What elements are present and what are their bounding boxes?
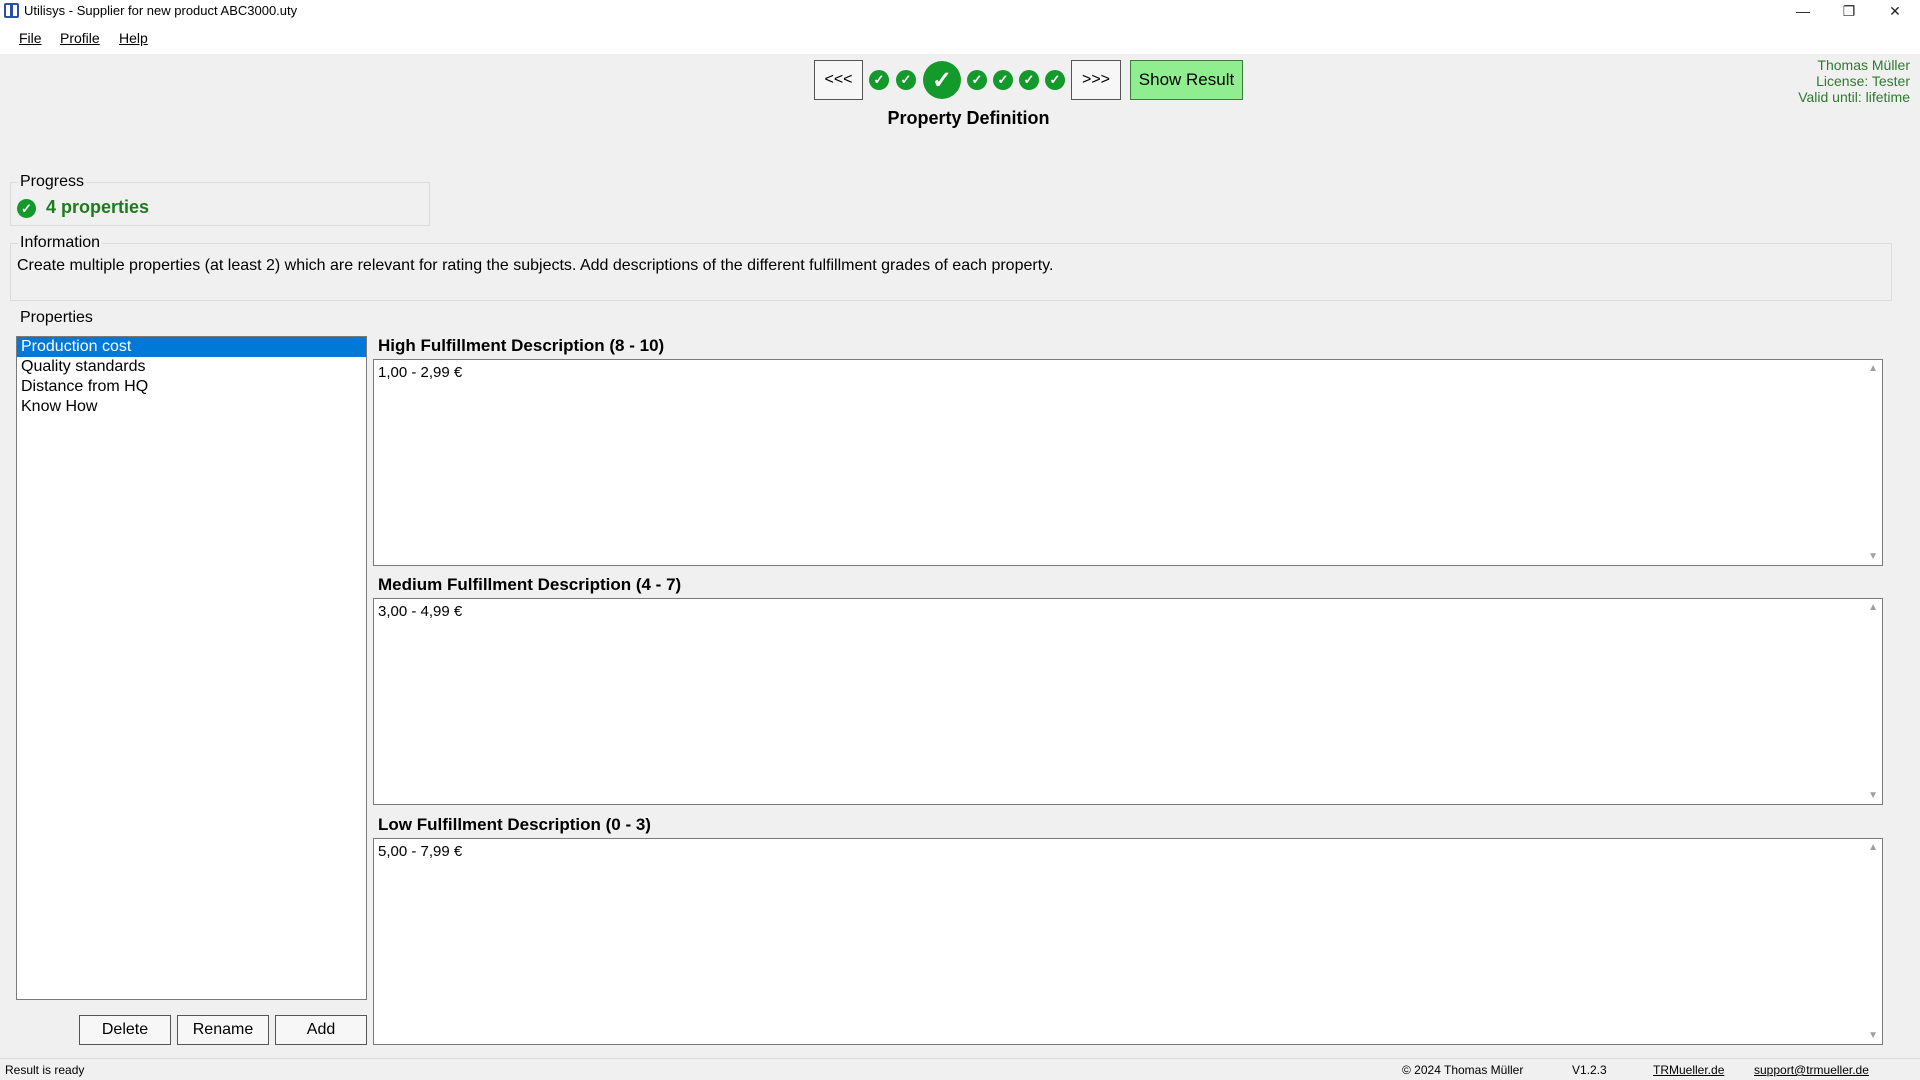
status-bar: Result is ready © 2024 Thomas Müller V1.… bbox=[0, 1058, 1920, 1080]
medium-fulfillment-label: Medium Fulfillment Description (4 - 7) bbox=[378, 575, 682, 594]
website-link[interactable]: TRMueller.de bbox=[1653, 1063, 1724, 1077]
menu-help-label: Help bbox=[119, 30, 148, 46]
step-7-check-icon[interactable]: ✓ bbox=[1045, 70, 1065, 90]
license-text: License: Tester bbox=[1816, 73, 1910, 89]
menu-profile-label: Profile bbox=[60, 30, 100, 46]
properties-list[interactable]: Production cost Quality standards Distan… bbox=[16, 336, 367, 1000]
list-item[interactable]: Production cost bbox=[17, 337, 366, 357]
valid-until-text: Valid until: lifetime bbox=[1798, 89, 1910, 105]
information-text: Create multiple properties (at least 2) … bbox=[17, 257, 1054, 274]
copyright-text: © 2024 Thomas Müller bbox=[1402, 1063, 1524, 1077]
page-title: Property Definition bbox=[887, 108, 1050, 128]
low-fulfillment-label: Low Fulfillment Description (0 - 3) bbox=[378, 815, 651, 834]
menu-help[interactable]: Help bbox=[119, 30, 148, 46]
minimize-button[interactable]: — bbox=[1780, 0, 1826, 22]
scroll-down-icon[interactable]: ▼ bbox=[1868, 1030, 1878, 1041]
menu-file[interactable]: File bbox=[19, 30, 42, 46]
version-text: V1.2.3 bbox=[1572, 1063, 1607, 1077]
close-button[interactable]: ✕ bbox=[1872, 0, 1918, 22]
show-result-button[interactable]: Show Result bbox=[1130, 60, 1243, 100]
progress-group-label: Progress bbox=[18, 173, 87, 191]
high-fulfillment-textarea[interactable]: 1,00 - 2,99 € ▲ ▼ bbox=[373, 359, 1883, 566]
low-fulfillment-textarea[interactable]: 5,00 - 7,99 € ▲ ▼ bbox=[373, 838, 1883, 1045]
rename-button[interactable]: Rename bbox=[177, 1015, 269, 1045]
medium-fulfillment-textarea[interactable]: 3,00 - 4,99 € ▲ ▼ bbox=[373, 598, 1883, 805]
previous-step-button[interactable]: <<< bbox=[814, 60, 863, 100]
properties-group-label: Properties bbox=[18, 309, 95, 327]
maximize-button[interactable]: ❐ bbox=[1826, 0, 1872, 22]
scroll-down-icon[interactable]: ▼ bbox=[1868, 790, 1878, 801]
user-name: Thomas Müller bbox=[1817, 57, 1910, 73]
step-4-check-icon[interactable]: ✓ bbox=[967, 70, 987, 90]
status-message: Result is ready bbox=[5, 1063, 85, 1077]
list-item[interactable]: Quality standards bbox=[17, 357, 366, 377]
step-1-check-icon[interactable]: ✓ bbox=[869, 70, 889, 90]
step-3-current-check-icon[interactable]: ✓ bbox=[923, 61, 961, 99]
information-group-label: Information bbox=[18, 234, 103, 252]
menu-file-label: File bbox=[19, 30, 42, 46]
step-2-check-icon[interactable]: ✓ bbox=[896, 70, 916, 90]
scroll-up-icon[interactable]: ▲ bbox=[1868, 363, 1878, 374]
scroll-up-icon[interactable]: ▲ bbox=[1868, 602, 1878, 613]
app-icon bbox=[4, 3, 19, 18]
user-info: Thomas Müller License: Tester Valid unti… bbox=[1798, 57, 1910, 105]
medium-fulfillment-value: 3,00 - 4,99 € bbox=[378, 603, 463, 620]
delete-button[interactable]: Delete bbox=[79, 1015, 171, 1045]
progress-check-icon: ✓ bbox=[17, 199, 36, 218]
step-5-check-icon[interactable]: ✓ bbox=[993, 70, 1013, 90]
title-bar: Utilisys - Supplier for new product ABC3… bbox=[0, 0, 1920, 22]
high-fulfillment-label: High Fulfillment Description (8 - 10) bbox=[378, 336, 665, 355]
list-item[interactable]: Know How bbox=[17, 397, 366, 417]
scroll-down-icon[interactable]: ▼ bbox=[1868, 551, 1878, 562]
list-item[interactable]: Distance from HQ bbox=[17, 377, 366, 397]
low-fulfillment-value: 5,00 - 7,99 € bbox=[378, 843, 463, 860]
email-link[interactable]: support@trmueller.de bbox=[1754, 1063, 1869, 1077]
add-button[interactable]: Add bbox=[275, 1015, 367, 1045]
window-title: Utilisys - Supplier for new product ABC3… bbox=[24, 3, 298, 18]
progress-count: 4 properties bbox=[46, 197, 150, 217]
next-step-button[interactable]: >>> bbox=[1071, 60, 1121, 100]
menu-profile[interactable]: Profile bbox=[60, 30, 100, 46]
menu-bar: File Profile Help bbox=[0, 22, 1920, 54]
step-6-check-icon[interactable]: ✓ bbox=[1019, 70, 1039, 90]
scroll-up-icon[interactable]: ▲ bbox=[1868, 842, 1878, 853]
high-fulfillment-value: 1,00 - 2,99 € bbox=[378, 364, 463, 381]
